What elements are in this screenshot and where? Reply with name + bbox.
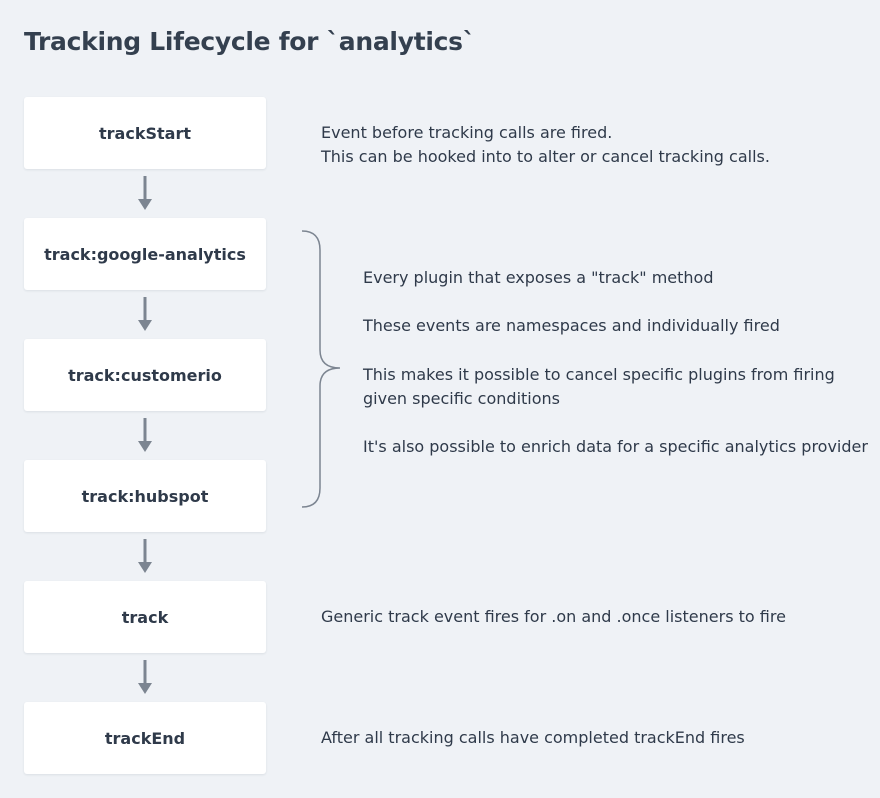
- track-start-description-line: This can be hooked into to alter or canc…: [321, 147, 770, 166]
- plugin-description-line: It's also possible to enrich data for a …: [363, 437, 868, 456]
- track-start-description-line: Event before tracking calls are fired.: [321, 123, 613, 142]
- plugin-description-line: This makes it possible to cancel specifi…: [363, 365, 835, 384]
- plugin-description-line: These events are namespaces and individu…: [363, 316, 780, 335]
- track-description: Generic track event fires for .on and .o…: [321, 607, 786, 626]
- plugin-description-line: Every plugin that exposes a "track" meth…: [363, 268, 714, 287]
- track-start-description: Event before tracking calls are fired. T…: [321, 121, 770, 169]
- track-end-description: After all tracking calls have completed …: [321, 728, 745, 747]
- plugin-description-line: given specific conditions: [363, 389, 560, 408]
